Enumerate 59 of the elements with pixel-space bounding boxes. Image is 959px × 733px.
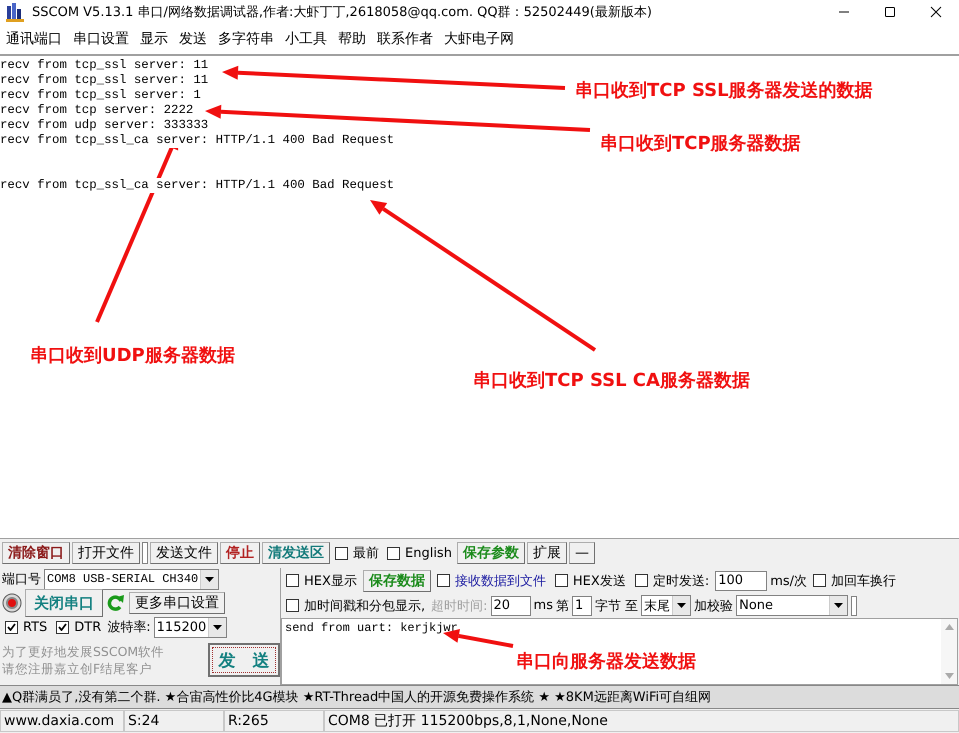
- marquee-text: ▲Q群满员了,没有第二个群. ★合宙高性价比4G模块 ★RT-Thread中国人的开源免费操作系统 ★ ★8KM远距离WiFi可自组网: [0, 685, 959, 709]
- annotation-label: 串口向服务器发送数据: [516, 650, 696, 673]
- checkbox-label: 最前: [353, 545, 379, 562]
- label: 波特率:: [107, 619, 151, 636]
- dropdown[interactable]: 末尾: [641, 595, 692, 616]
- checkbox-label: 加时间戳和分包显示,: [304, 598, 426, 614]
- label: ms: [534, 598, 553, 613]
- input-field[interactable]: 20: [490, 596, 531, 616]
- status-text: R:265: [224, 710, 324, 732]
- button[interactable]: 清发送区: [262, 542, 330, 564]
- button[interactable]: 停止: [220, 542, 260, 564]
- promo-text: 为了更好地发展SSCOM软件: [2, 643, 164, 660]
- window-title: SSCOM V5.13.1 串口/网络数据调试器,作者:大虾丁丁,2618058@qq.com. QQ群：52502449(最新版本): [32, 4, 653, 21]
- label: 字节 至: [594, 598, 638, 614]
- button[interactable]: 关闭串口: [25, 589, 103, 617]
- annotation-label: 串口收到TCP SSL CA服务器数据: [473, 369, 750, 392]
- menu-item[interactable]: 串口设置: [71, 30, 138, 48]
- menu-item[interactable]: 显示: [138, 30, 177, 48]
- button[interactable]: 发送文件: [150, 542, 218, 564]
- checkbox-label: HEX显示: [304, 572, 357, 590]
- label: 超时时间:: [431, 598, 488, 614]
- button[interactable]: 扩展: [526, 542, 567, 564]
- label: ms/次: [770, 572, 808, 590]
- input-field[interactable]: 1: [572, 596, 592, 616]
- menu-item[interactable]: 大虾电子网: [442, 30, 523, 48]
- status-text: COM8 已打开 115200bps,8,1,None,None: [324, 710, 959, 732]
- menu-item[interactable]: 通讯端口: [4, 30, 71, 48]
- menu-item[interactable]: 多字符串: [216, 30, 283, 48]
- checkbox-label: 加回车换行: [831, 572, 896, 590]
- label: 加校验: [694, 598, 734, 614]
- dropdown[interactable]: 115200: [154, 616, 228, 638]
- menu-item[interactable]: 发送: [177, 30, 216, 48]
- button[interactable]: 更多串口设置: [129, 592, 225, 614]
- button[interactable]: 保存参数: [456, 542, 525, 564]
- checkbox-label: English: [405, 546, 452, 560]
- checkbox-label: 定时发送:: [652, 572, 710, 590]
- label: 第: [556, 598, 569, 614]
- promo-text: 请您注册嘉立创F结尾客户: [2, 660, 152, 677]
- menu-item[interactable]: 小工具: [283, 30, 336, 48]
- dropdown[interactable]: COM8 USB-SERIAL CH340: [44, 568, 220, 590]
- checkbox-label: RTS: [23, 620, 48, 634]
- checkbox-label: 接收数据到文件: [454, 572, 546, 590]
- checkbox-label: DTR: [74, 620, 102, 634]
- menu-item[interactable]: 帮助: [336, 30, 375, 48]
- status-text: www.daxia.com: [0, 710, 124, 732]
- button[interactable]: 清除窗口: [2, 542, 70, 564]
- button[interactable]: 打开文件: [72, 542, 140, 564]
- send-button[interactable]: 发 送: [208, 643, 280, 677]
- status-text: S:24: [124, 710, 224, 732]
- annotation-label: 串口收到UDP服务器数据: [30, 344, 235, 367]
- dropdown[interactable]: None: [736, 595, 848, 616]
- input-field[interactable]: 100: [715, 570, 768, 590]
- label: 端口号: [2, 571, 41, 588]
- button[interactable]: 保存数据: [362, 570, 431, 592]
- button[interactable]: —: [568, 542, 595, 564]
- annotation-label: 串口收到TCP服务器数据: [600, 132, 801, 155]
- menu-item[interactable]: 联系作者: [375, 30, 442, 48]
- annotation-label: 串口收到TCP SSL服务器发送的数据: [575, 79, 873, 102]
- checkbox-label: HEX发送: [572, 572, 626, 590]
